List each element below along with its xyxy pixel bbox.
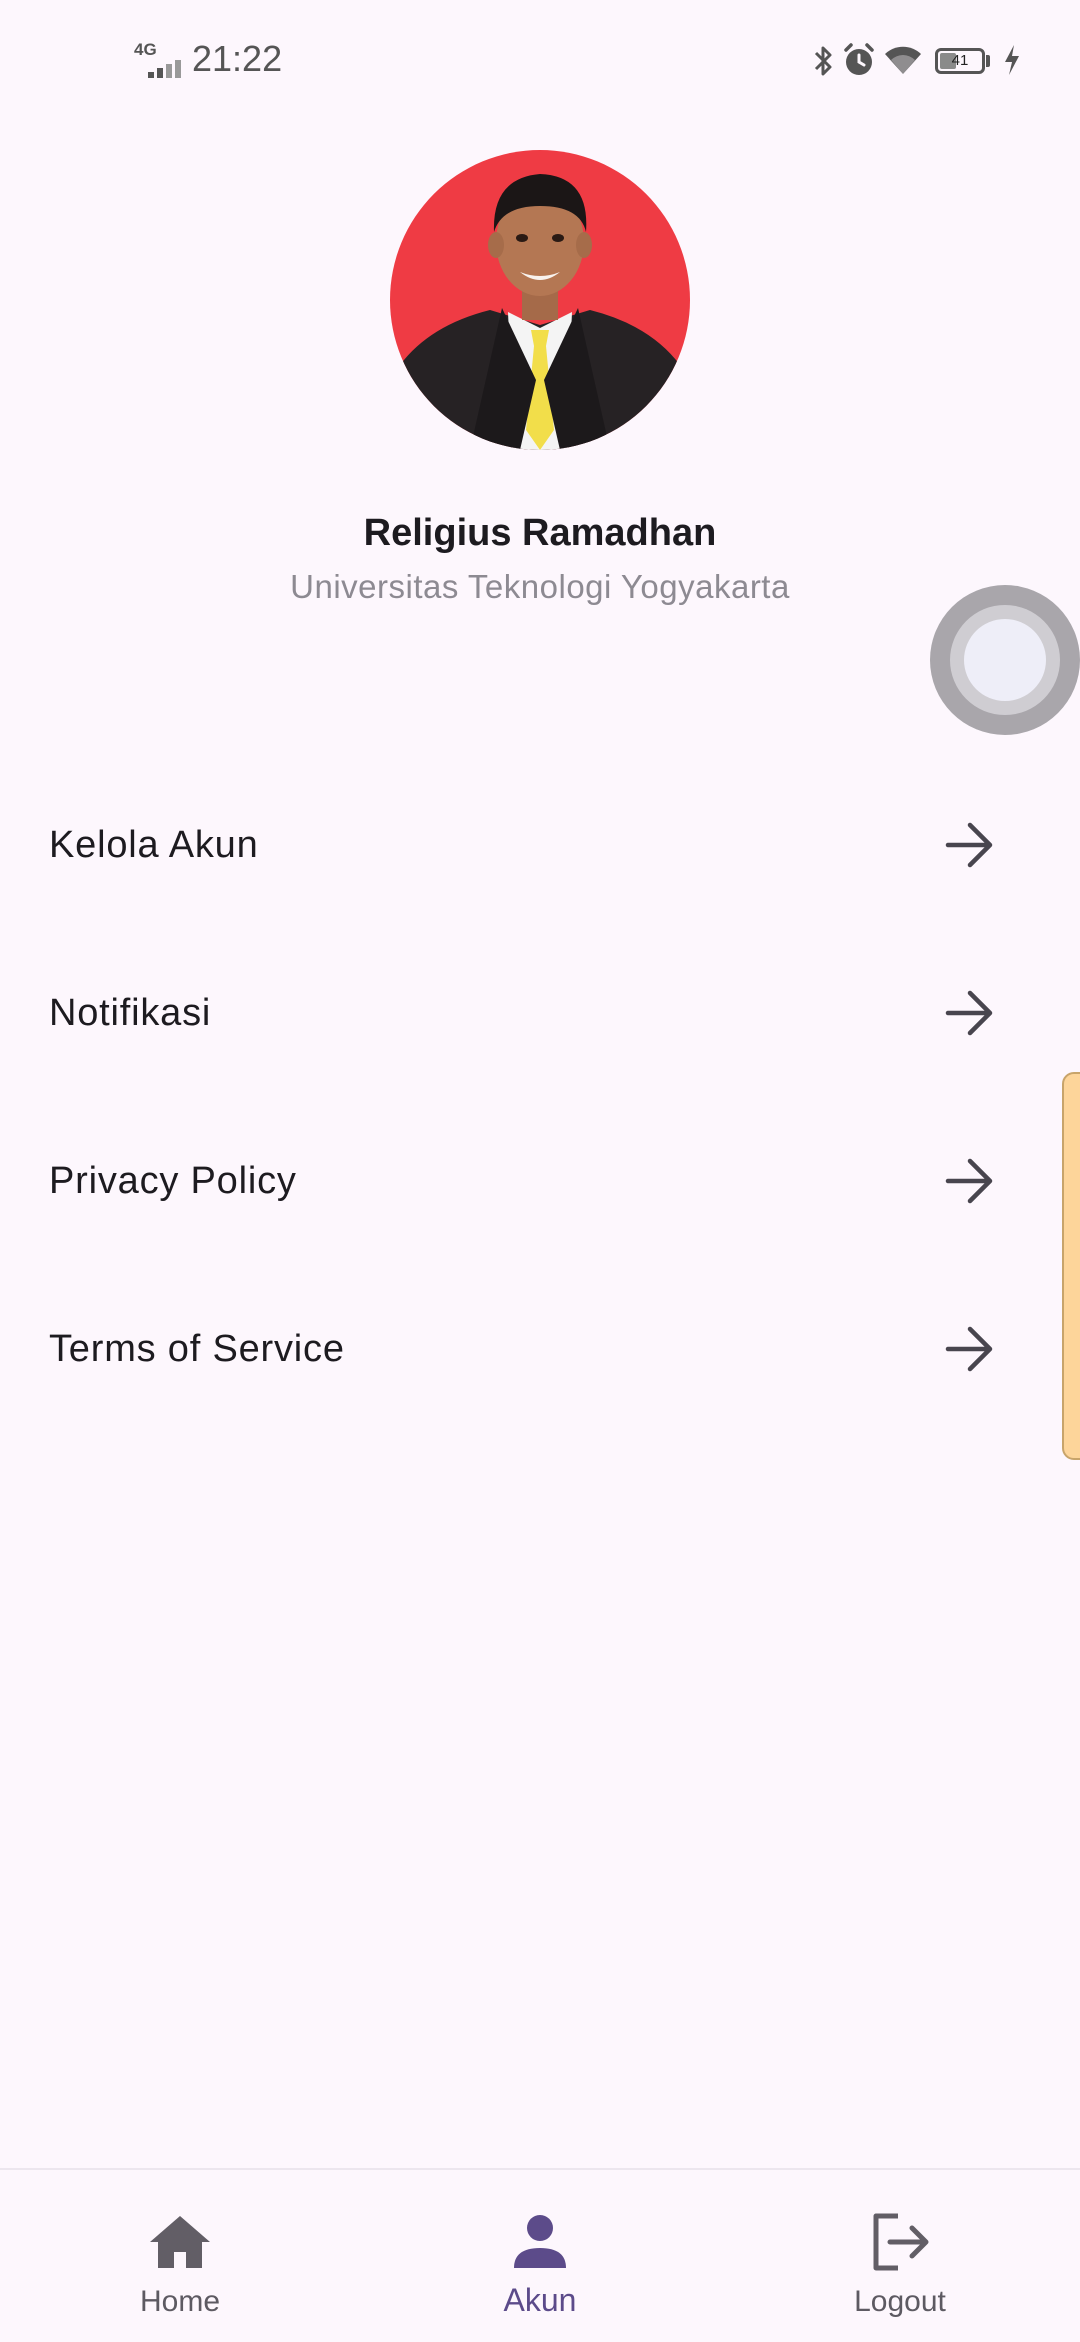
nav-item-akun[interactable]: Akun	[360, 2170, 720, 2342]
menu-item-label: Notifikasi	[49, 992, 212, 1034]
nav-label-logout: Logout	[854, 2285, 946, 2318]
arrow-right-icon	[945, 822, 993, 868]
battery-icon: 41	[935, 48, 985, 74]
nav-item-logout[interactable]: Logout	[720, 2170, 1080, 2342]
menu-item-terms-of-service[interactable]: Terms of Service	[0, 1265, 1080, 1433]
wifi-icon	[885, 46, 921, 74]
profile-name: Religius Ramadhan	[363, 512, 717, 554]
assistive-touch-button[interactable]	[930, 585, 1080, 735]
arrow-right-icon	[945, 990, 993, 1036]
cellular-signal-icon: 4G	[134, 40, 184, 80]
nav-item-home[interactable]: Home	[0, 2170, 360, 2342]
avatar	[390, 150, 690, 450]
status-bar: 4G 21:22 41	[0, 0, 1080, 120]
home-icon	[150, 2216, 210, 2268]
arrow-right-icon	[945, 1158, 993, 1204]
logout-icon	[873, 2213, 929, 2271]
network-type: 4G	[134, 40, 157, 59]
menu-item-privacy-policy[interactable]: Privacy Policy	[0, 1097, 1080, 1265]
bluetooth-icon	[814, 46, 832, 76]
nav-label-home: Home	[139, 2285, 221, 2318]
bottom-navigation: Home Akun Logout	[0, 2168, 1080, 2342]
battery-level: 41	[951, 52, 969, 69]
charging-icon	[1005, 45, 1019, 75]
arrow-right-icon	[945, 1326, 993, 1372]
status-time: 21:22	[192, 38, 283, 79]
menu-item-label: Terms of Service	[49, 1328, 345, 1370]
menu-item-label: Kelola Akun	[49, 824, 259, 866]
menu-item-label: Privacy Policy	[49, 1160, 297, 1202]
menu-item-notifikasi[interactable]: Notifikasi	[0, 929, 1080, 1097]
profile-organization: Universitas Teknologi Yogyakarta	[290, 568, 790, 605]
nav-label-akun: Akun	[503, 2282, 577, 2318]
person-icon	[514, 2215, 566, 2268]
menu-item-kelola-akun[interactable]: Kelola Akun	[0, 761, 1080, 929]
alarm-icon	[844, 43, 874, 75]
